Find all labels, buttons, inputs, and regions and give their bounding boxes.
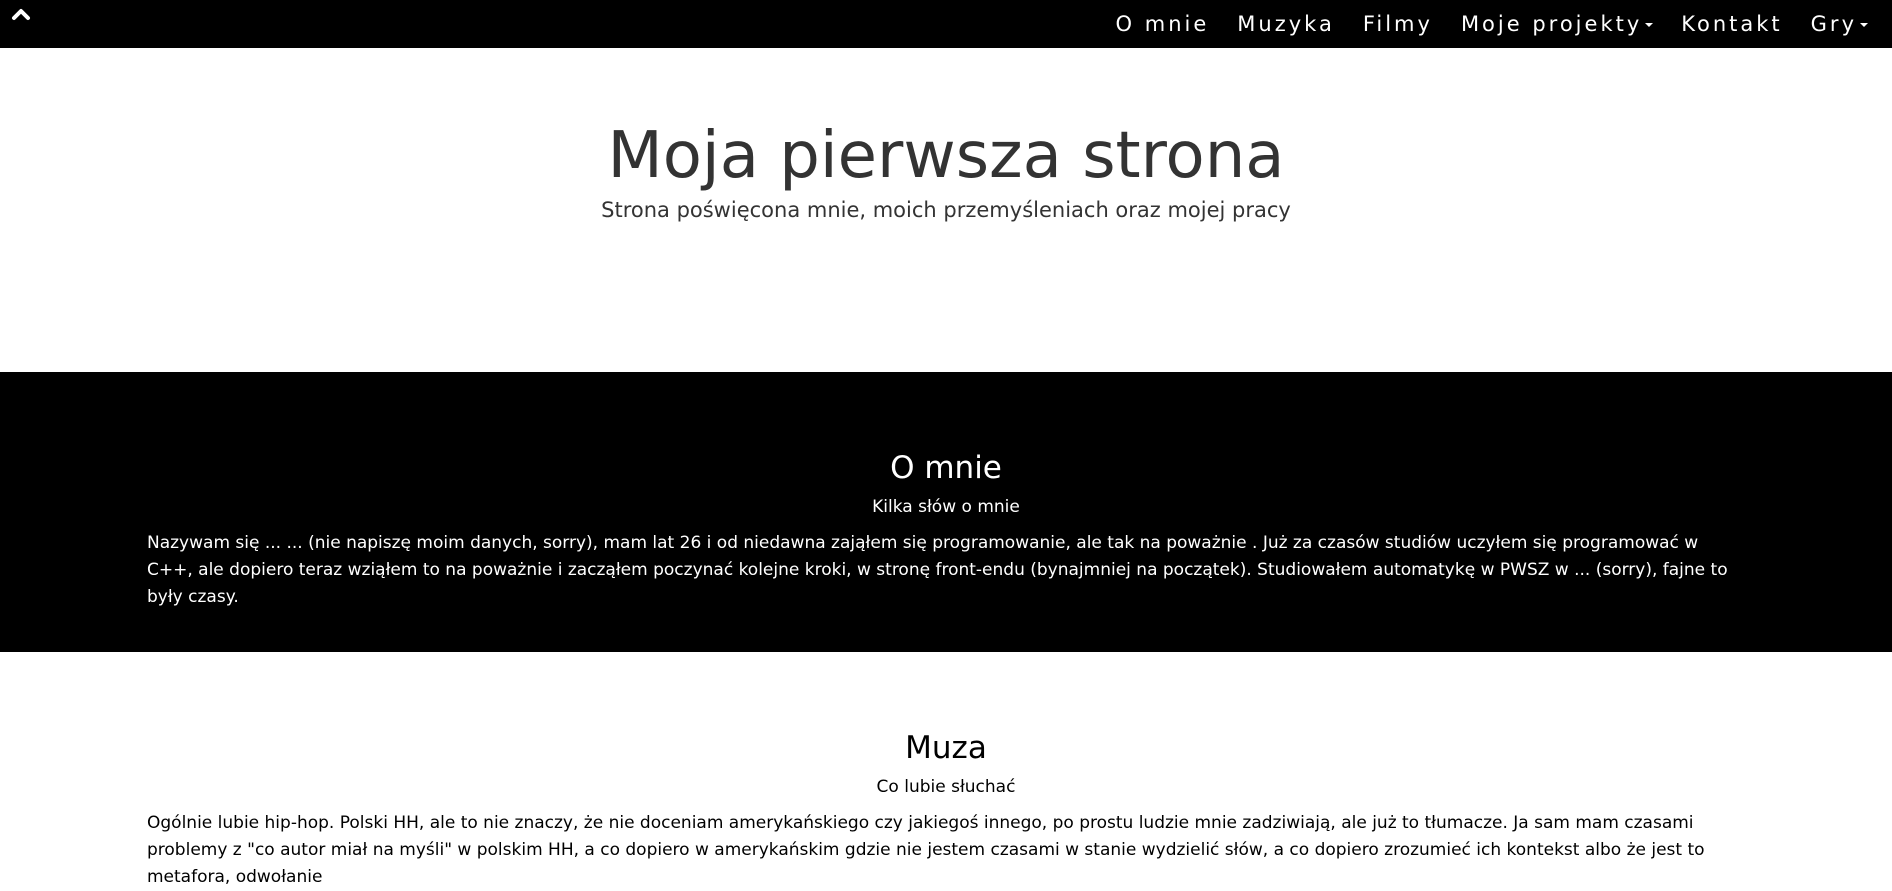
nav-item-kontakt[interactable]: Kontakt [1681,12,1782,36]
music-subtitle: Co lubie słuchać [876,777,1016,797]
caret-down-icon [1645,23,1654,27]
nav-item-filmy[interactable]: Filmy [1363,12,1433,36]
nav-item-label: Moje projekty [1460,12,1643,36]
nav-item-o-mnie[interactable]: O mnie [1116,12,1210,36]
page-subtitle: Strona poświęcona mnie, moich przemyślen… [601,198,1291,222]
about-title: O mnie [890,450,1002,486]
nav-item-gry[interactable]: Gry [1811,12,1868,36]
about-subtitle: Kilka słów o mnie [872,497,1020,517]
nav-item-moje-projekty[interactable]: Moje projekty [1460,12,1654,36]
nav-item-label: Kontakt [1681,12,1783,36]
music-section: Muza Co lubie słuchać Ogólnie lubie hip-… [0,652,1892,887]
page-title: Moja pierwsza strona [607,119,1285,193]
nav-item-label: O mnie [1115,12,1210,36]
hero-section: Moja pierwsza strona Strona poświęcona m… [0,48,1892,372]
nav-item-label: Gry [1810,12,1857,36]
music-title: Muza [905,730,987,766]
about-text: Nazywam się ... ... (nie napiszę moim da… [147,533,1728,607]
nav-item-muzyka[interactable]: Muzyka [1237,12,1335,36]
about-section: O mnie Kilka słów o mnie Nazywam się ...… [0,372,1892,652]
nav-item-label: Filmy [1362,12,1433,36]
main-nav: O mnie Muzyka Filmy Moje projekty Kontakt Gry [1088,0,1868,48]
chevron-up-icon[interactable] [8,2,34,24]
music-text: Ogólnie lubie hip-hop. Polski HH, ale to… [147,813,1705,887]
nav-item-label: Muzyka [1237,12,1335,36]
caret-down-icon [1860,23,1868,27]
top-navbar: O mnie Muzyka Filmy Moje projekty Kontakt Gry [0,0,1892,48]
